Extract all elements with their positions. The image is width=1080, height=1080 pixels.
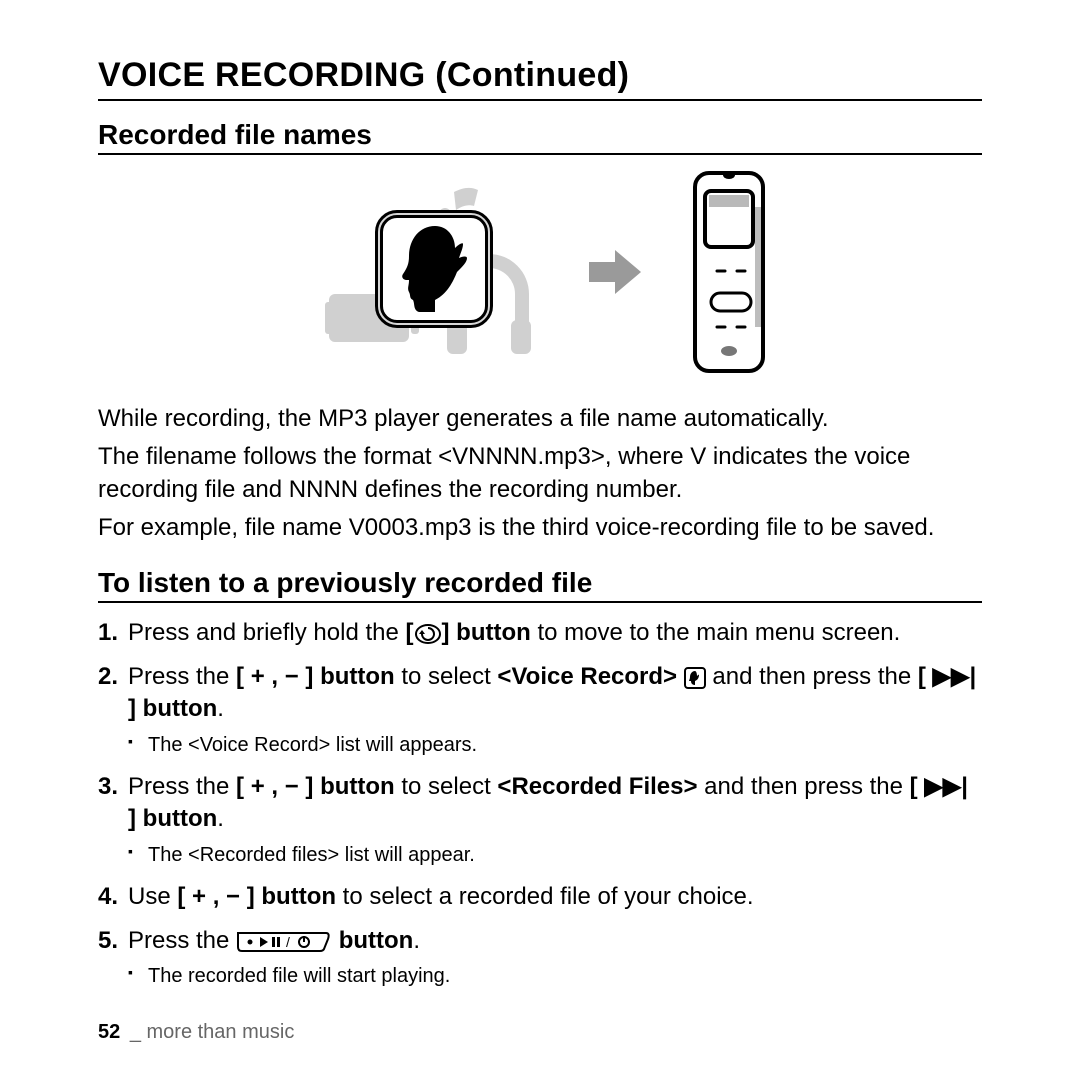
step-4: Use [ + , − ] button to select a recorde…: [98, 881, 982, 913]
page-number: 52: [98, 1021, 120, 1043]
title-rule: [98, 99, 982, 101]
back-menu-icon: [414, 621, 442, 645]
step-3-c: to select: [395, 773, 498, 800]
mp3-player-icon: [681, 167, 781, 382]
steps-list: Press and briefly hold the [ ] button to …: [98, 617, 982, 991]
section-heading-listen: To listen to a previously recorded file: [98, 567, 982, 599]
step-4-c: to select a recorded file of your choice…: [336, 883, 754, 910]
section-rule-2: [98, 601, 982, 603]
step-5-c: .: [413, 927, 420, 954]
section-rule-1: [98, 153, 982, 155]
step-5-sub: The recorded file will start playing.: [128, 963, 982, 990]
voice-record-small-icon: [684, 666, 706, 690]
section-heading-recorded: Recorded file names: [98, 119, 982, 151]
step-5-a: Press the: [128, 927, 236, 954]
step-2: Press the [ + , − ] button to select <Vo…: [98, 661, 982, 759]
step-2-btn1: [ + , − ] button: [236, 663, 395, 690]
step-3-sub: The <Recorded files> list will appear.: [128, 842, 982, 869]
para-example: For example, file name V0003.mp3 is the …: [98, 512, 982, 544]
step-2-e: and then press the: [712, 663, 917, 690]
step-1-bracket-close: ] button: [442, 619, 531, 646]
voice-record-icon: [299, 174, 549, 374]
step-3: Press the [ + , − ] button to select <Re…: [98, 771, 982, 869]
step-5: Press the / button. The recorded file wi…: [98, 925, 982, 990]
step-3-recorded: <Recorded Files>: [497, 773, 697, 800]
play-pause-power-button-icon: /: [236, 930, 332, 954]
footer-sep: _: [130, 1021, 141, 1043]
para-format: The filename follows the format <VNNNN.m…: [98, 441, 982, 506]
step-1: Press and briefly hold the [ ] button to …: [98, 617, 982, 649]
step-2-sub: The <Voice Record> list will appears.: [128, 732, 982, 759]
step-4-a: Use: [128, 883, 177, 910]
step-2-c: to select: [395, 663, 498, 690]
para-auto-name: While recording, the MP3 player generate…: [98, 403, 982, 435]
page-title: VOICE RECORDING (Continued): [98, 56, 982, 95]
step-5-btn: button: [332, 927, 413, 954]
step-4-btn: [ + , − ] button: [177, 883, 336, 910]
footer-text: more than music: [147, 1021, 295, 1043]
arrow-right-icon: [585, 242, 645, 307]
step-3-a: Press the: [128, 773, 236, 800]
footer: 52 _ more than music: [98, 1021, 294, 1044]
step-2-g: .: [217, 695, 224, 722]
step-1-bracket-open: [: [406, 619, 414, 646]
step-3-e: and then press the: [698, 773, 910, 800]
step-2-a: Press the: [128, 663, 236, 690]
step-1-text-b: to move to the main menu screen.: [531, 619, 901, 646]
figure-row: [98, 169, 982, 379]
step-2-voice-record: <Voice Record>: [497, 663, 677, 690]
step-3-g: .: [217, 805, 224, 832]
step-1-text-a: Press and briefly hold the: [128, 619, 406, 646]
step-3-btn1: [ + , − ] button: [236, 773, 395, 800]
svg-text:/: /: [286, 934, 290, 950]
